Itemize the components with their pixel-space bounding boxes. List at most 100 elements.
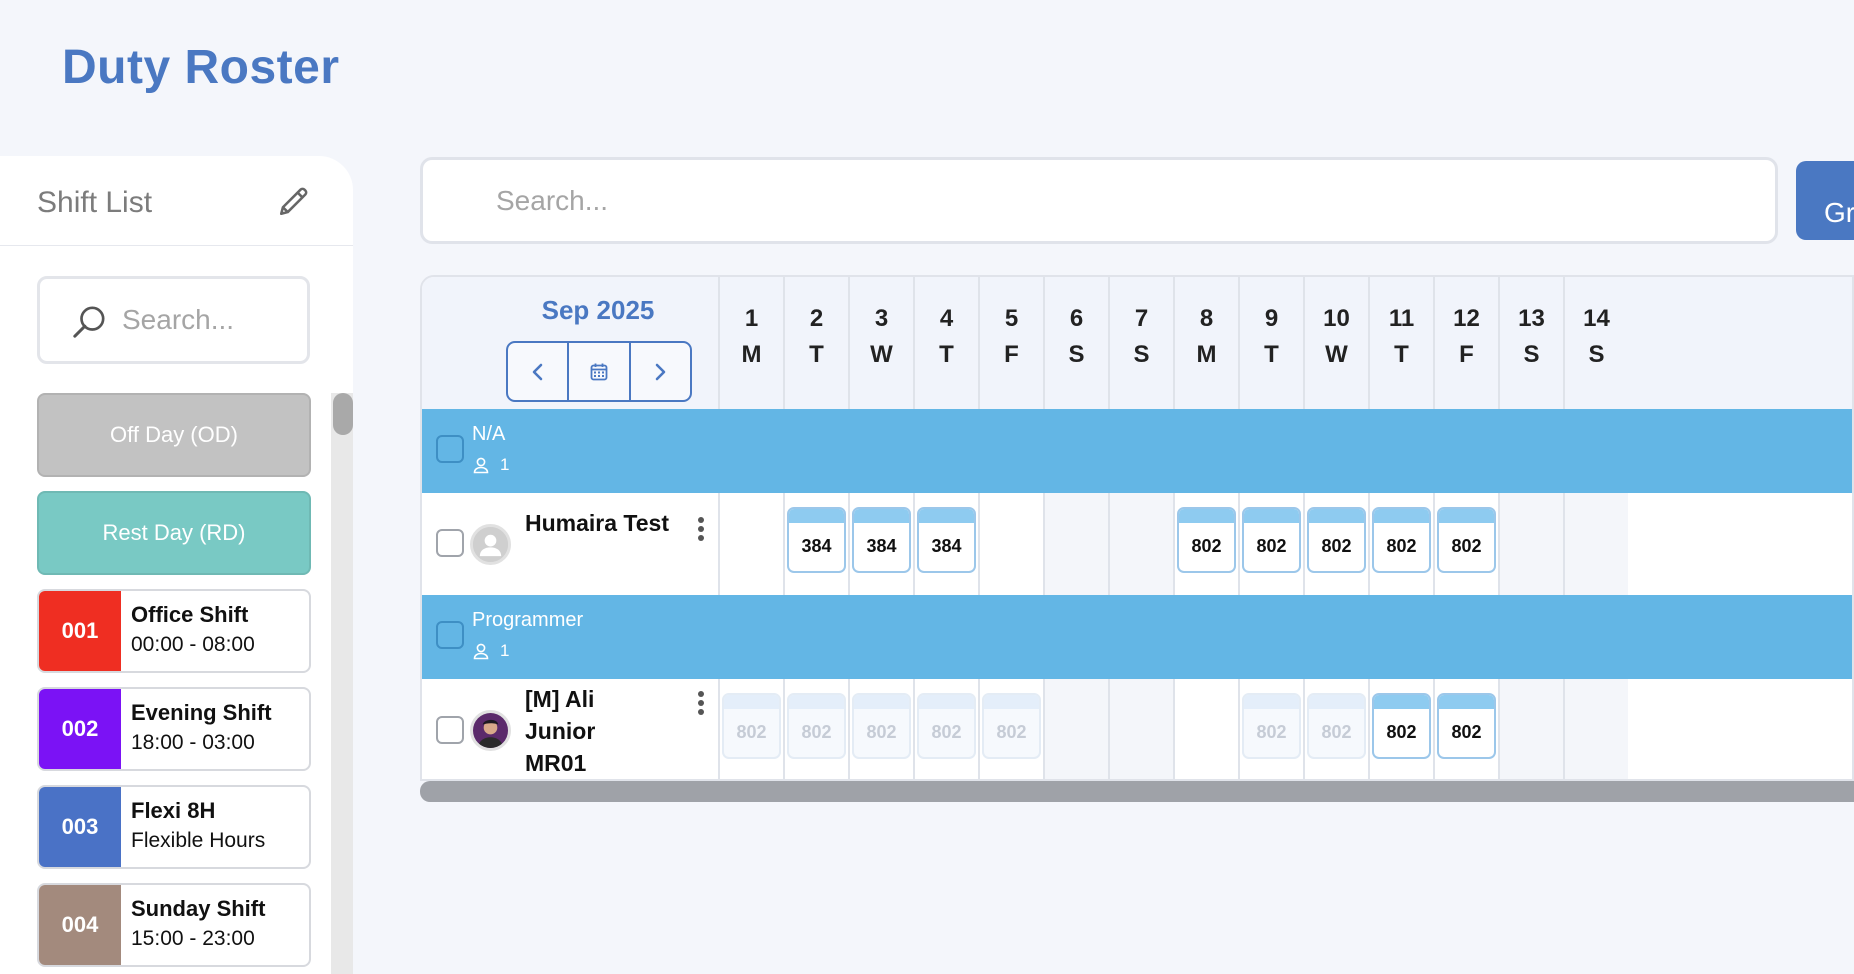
shift-item-004[interactable]: 004 Sunday Shift 15:00 - 23:00 [37, 883, 311, 967]
shift-chip[interactable]: 802 [1372, 693, 1431, 759]
roster-cell-day-2[interactable]: 384 [783, 493, 848, 595]
group-name: N/A [472, 423, 506, 445]
shift-time: 00:00 - 08:00 [131, 633, 255, 656]
group-member-count: 1 [472, 455, 509, 475]
shift-chip[interactable]: 802 [722, 693, 781, 759]
shift-code-badge: 003 [39, 787, 121, 867]
group-checkbox[interactable] [436, 435, 464, 463]
calendar-picker-button[interactable] [569, 343, 631, 400]
shift-item-003[interactable]: 003 Flexi 8H Flexible Hours [37, 785, 311, 869]
person-icon [473, 457, 489, 474]
prev-month-button[interactable] [508, 343, 570, 400]
day-of-week: T [1394, 341, 1409, 368]
shift-chip[interactable]: 384 [852, 507, 911, 573]
roster-cell-day-11[interactable]: 802 [1368, 679, 1433, 779]
next-month-button[interactable] [631, 343, 690, 400]
person-icon [473, 643, 489, 660]
roster-cell-day-10[interactable]: 802 [1303, 493, 1368, 595]
roster-cell-day-8[interactable] [1173, 679, 1238, 779]
roster-cell-day-1[interactable] [718, 493, 783, 595]
roster-cell-day-6[interactable] [1043, 679, 1108, 779]
roster-cell-day-13[interactable] [1498, 679, 1563, 779]
roster-cell-day-1[interactable]: 802 [718, 679, 783, 779]
day-header-14: 14 S [1563, 277, 1628, 409]
roster-cell-day-9[interactable]: 802 [1238, 679, 1303, 779]
shift-chip[interactable]: 802 [982, 693, 1041, 759]
day-of-week: F [1459, 341, 1474, 368]
day-header-4: 4T [913, 277, 978, 409]
roster-cell-day-4[interactable]: 384 [913, 493, 978, 595]
employee-name: Humaira Test [525, 510, 670, 536]
roster-cell-day-14[interactable] [1563, 679, 1628, 779]
employee-checkbox[interactable] [436, 716, 464, 744]
shift-chip[interactable]: 802 [787, 693, 846, 759]
shift-chip[interactable]: 802 [1372, 507, 1431, 573]
roster-cell-day-11[interactable]: 802 [1368, 493, 1433, 595]
shift-name: Sunday Shift [131, 896, 266, 921]
roster-cell-day-6[interactable] [1043, 493, 1108, 595]
roster-cell-day-12[interactable]: 802 [1433, 493, 1498, 595]
roster-cell-day-13[interactable] [1498, 493, 1563, 595]
roster-cell-day-7[interactable] [1108, 493, 1173, 595]
day-number: 14 [1583, 305, 1610, 332]
shift-chip[interactable]: 802 [917, 693, 976, 759]
pencil-icon[interactable] [277, 184, 311, 218]
calendar-icon [590, 363, 608, 380]
more-options-icon[interactable] [698, 517, 706, 544]
month-navigator [506, 341, 692, 402]
roster-cell-day-5[interactable]: 802 [978, 679, 1043, 779]
day-header-2: 2T [783, 277, 848, 409]
roster-horizontal-scrollbar[interactable] [420, 781, 1854, 802]
roster-cell-day-10[interactable]: 802 [1303, 679, 1368, 779]
roster-cell-day-5[interactable] [978, 493, 1043, 595]
shift-chip[interactable]: 802 [1307, 507, 1366, 573]
roster-cell-day-9[interactable]: 802 [1238, 493, 1303, 595]
shift-code-badge: 004 [39, 885, 121, 965]
shift-chip[interactable]: 384 [917, 507, 976, 573]
user-photo [473, 713, 508, 748]
shift-list-scrollbar[interactable] [331, 393, 353, 974]
shift-time: 18:00 - 03:00 [131, 731, 255, 754]
roster-search-box[interactable] [420, 157, 1778, 244]
group-checkbox[interactable] [436, 621, 464, 649]
shift-chip[interactable]: 802 [1177, 507, 1236, 573]
roster-cell-day-12[interactable]: 802 [1433, 679, 1498, 779]
day-of-week: W [870, 341, 893, 368]
roster-cell-day-7[interactable] [1108, 679, 1173, 779]
day-number: 9 [1264, 305, 1279, 332]
shift-chip[interactable]: 802 [1307, 693, 1366, 759]
shift-chip[interactable]: 802 [1242, 693, 1301, 759]
roster-cell-day-4[interactable]: 802 [913, 679, 978, 779]
shift-list-scroll-thumb[interactable] [333, 393, 353, 435]
rest-day-button[interactable]: Rest Day (RD) [37, 491, 311, 575]
roster-cell-day-3[interactable]: 384 [848, 493, 913, 595]
shift-time: 15:00 - 23:00 [131, 927, 255, 950]
day-number: 11 [1388, 305, 1415, 332]
employee-checkbox[interactable] [436, 529, 464, 557]
shift-search-input[interactable] [122, 297, 297, 343]
day-number: 10 [1323, 305, 1350, 332]
more-options-icon[interactable] [698, 691, 706, 718]
shift-time: Flexible Hours [131, 829, 266, 852]
shift-item-002[interactable]: 002 Evening Shift 18:00 - 03:00 [37, 687, 311, 771]
roster-cell-day-3[interactable]: 802 [848, 679, 913, 779]
shift-chip[interactable]: 384 [787, 507, 846, 573]
day-header-11: 11 T [1368, 277, 1433, 409]
avatar [470, 710, 511, 751]
off-day-button[interactable]: Off Day (OD) [37, 393, 311, 477]
shift-search-box[interactable] [37, 276, 310, 364]
shift-item-001[interactable]: 001 Office Shift 00:00 - 08:00 [37, 589, 311, 673]
roster-cell-day-2[interactable]: 802 [783, 679, 848, 779]
day-number: 3 [874, 305, 889, 332]
shift-chip[interactable]: 802 [1437, 693, 1496, 759]
roster-search-input[interactable] [496, 180, 1696, 222]
day-of-week: S [1523, 341, 1540, 368]
day-header-3: 3W [848, 277, 913, 409]
shift-chip[interactable]: 802 [1242, 507, 1301, 573]
shift-chip[interactable]: 802 [1437, 507, 1496, 573]
employee-info: Humaira Test [422, 493, 718, 595]
group-button[interactable]: Gr [1796, 161, 1854, 240]
roster-cell-day-8[interactable]: 802 [1173, 493, 1238, 595]
roster-cell-day-14[interactable] [1563, 493, 1628, 595]
shift-chip[interactable]: 802 [852, 693, 911, 759]
